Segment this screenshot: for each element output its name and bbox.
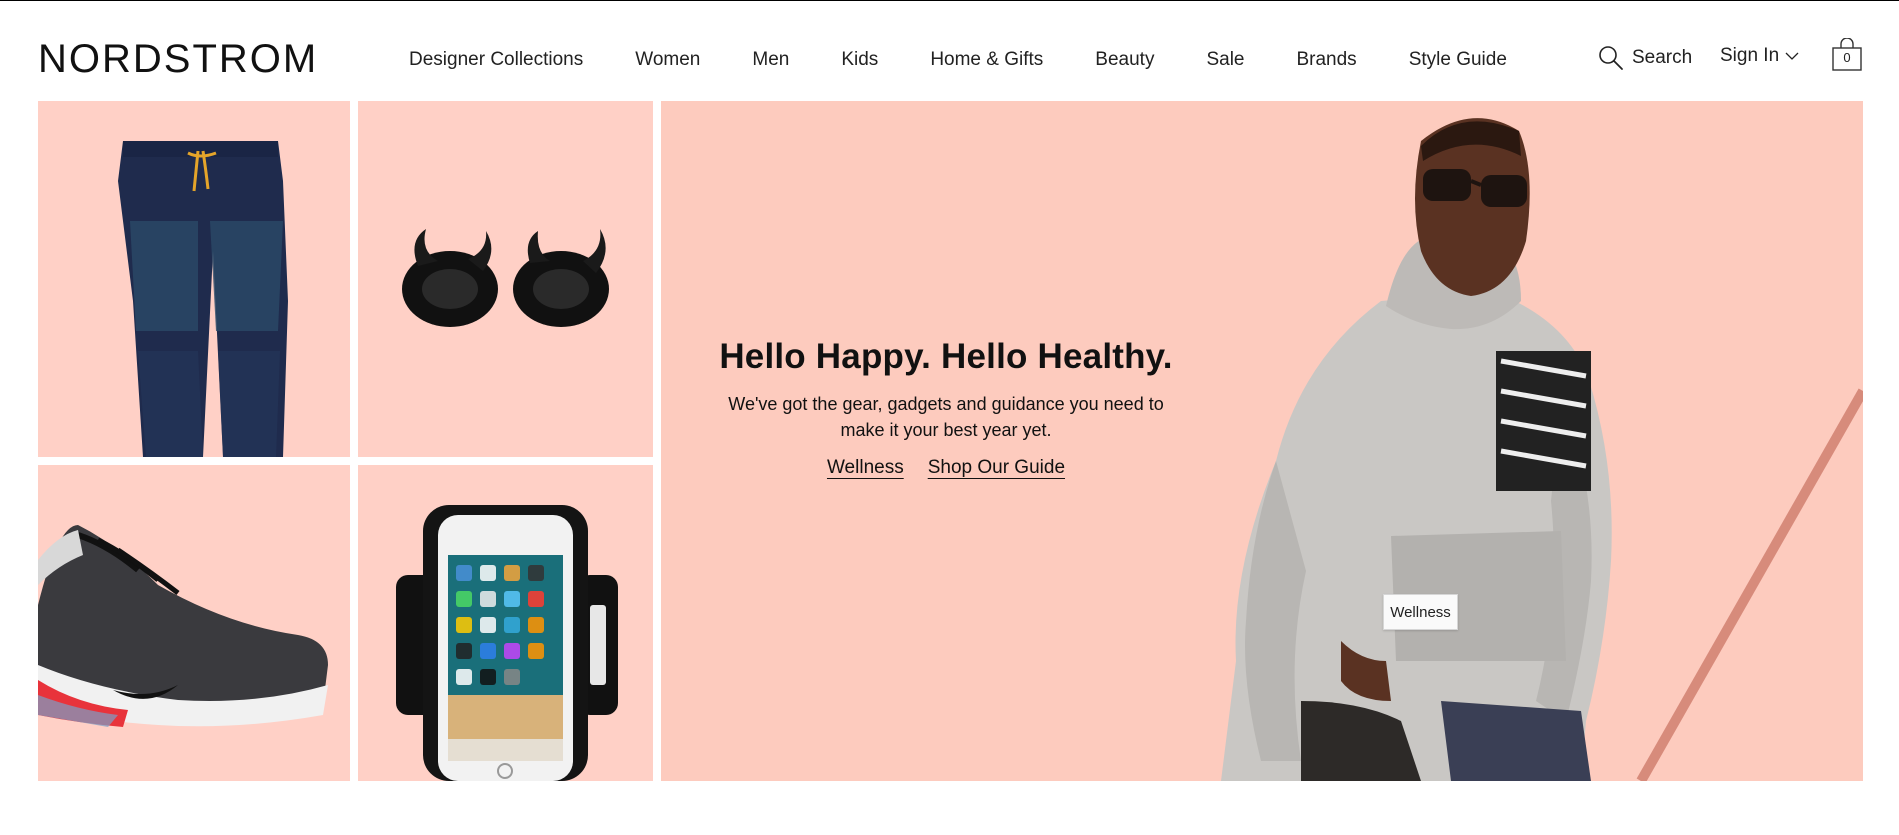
search-label: Search: [1632, 47, 1693, 68]
sign-in-label: Sign In: [1720, 45, 1780, 66]
nav-brands[interactable]: Brands: [1296, 49, 1356, 71]
nordstrom-logo[interactable]: NORDSTROM: [38, 39, 318, 79]
product-tile-pants[interactable]: [38, 101, 350, 457]
sneaker-image: [38, 525, 328, 727]
nav-designer-collections[interactable]: Designer Collections: [409, 49, 583, 71]
search-button[interactable]: Search: [1598, 45, 1692, 71]
hero-links: Wellness Shop Our Guide: [701, 457, 1191, 479]
hero-title: Hello Happy. Hello Healthy.: [719, 337, 1173, 376]
bag-count: 0: [1843, 50, 1851, 65]
nav-men[interactable]: Men: [752, 49, 789, 71]
nav-beauty[interactable]: Beauty: [1095, 49, 1154, 71]
sign-in-button[interactable]: Sign In: [1720, 45, 1799, 67]
phone-armband-image: [396, 505, 618, 781]
hero-banner: Hello Happy. Hello Healthy. We've got th…: [661, 101, 1863, 781]
shopping-bag-button[interactable]: 0: [1831, 37, 1863, 72]
jogger-pants-image: [118, 141, 288, 457]
earbuds-image: [402, 229, 609, 327]
hero-subtitle: We've got the gear, gadgets and guidance…: [728, 394, 1164, 440]
hero-copy: Hello Happy. Hello Healthy. We've got th…: [701, 337, 1191, 479]
chevron-down-icon: [1785, 52, 1799, 60]
nav-home-gifts[interactable]: Home & Gifts: [930, 49, 1043, 71]
search-icon: [1599, 46, 1623, 70]
wellness-product-tag[interactable]: Wellness: [1383, 594, 1458, 630]
site-header: NORDSTROM Designer Collections Women Men…: [0, 1, 1899, 101]
nav-women[interactable]: Women: [635, 49, 700, 71]
shop-our-guide-link[interactable]: Shop Our Guide: [928, 457, 1065, 479]
product-tile-sneaker[interactable]: [38, 465, 350, 781]
main-nav: Designer Collections Women Men Kids Home…: [388, 49, 1533, 71]
wellness-link[interactable]: Wellness: [827, 457, 904, 479]
product-tile-earbuds[interactable]: [358, 101, 653, 457]
nav-kids[interactable]: Kids: [841, 49, 878, 71]
nav-sale[interactable]: Sale: [1206, 49, 1244, 71]
product-tile-armband[interactable]: [358, 465, 653, 781]
nav-style-guide[interactable]: Style Guide: [1409, 49, 1507, 71]
